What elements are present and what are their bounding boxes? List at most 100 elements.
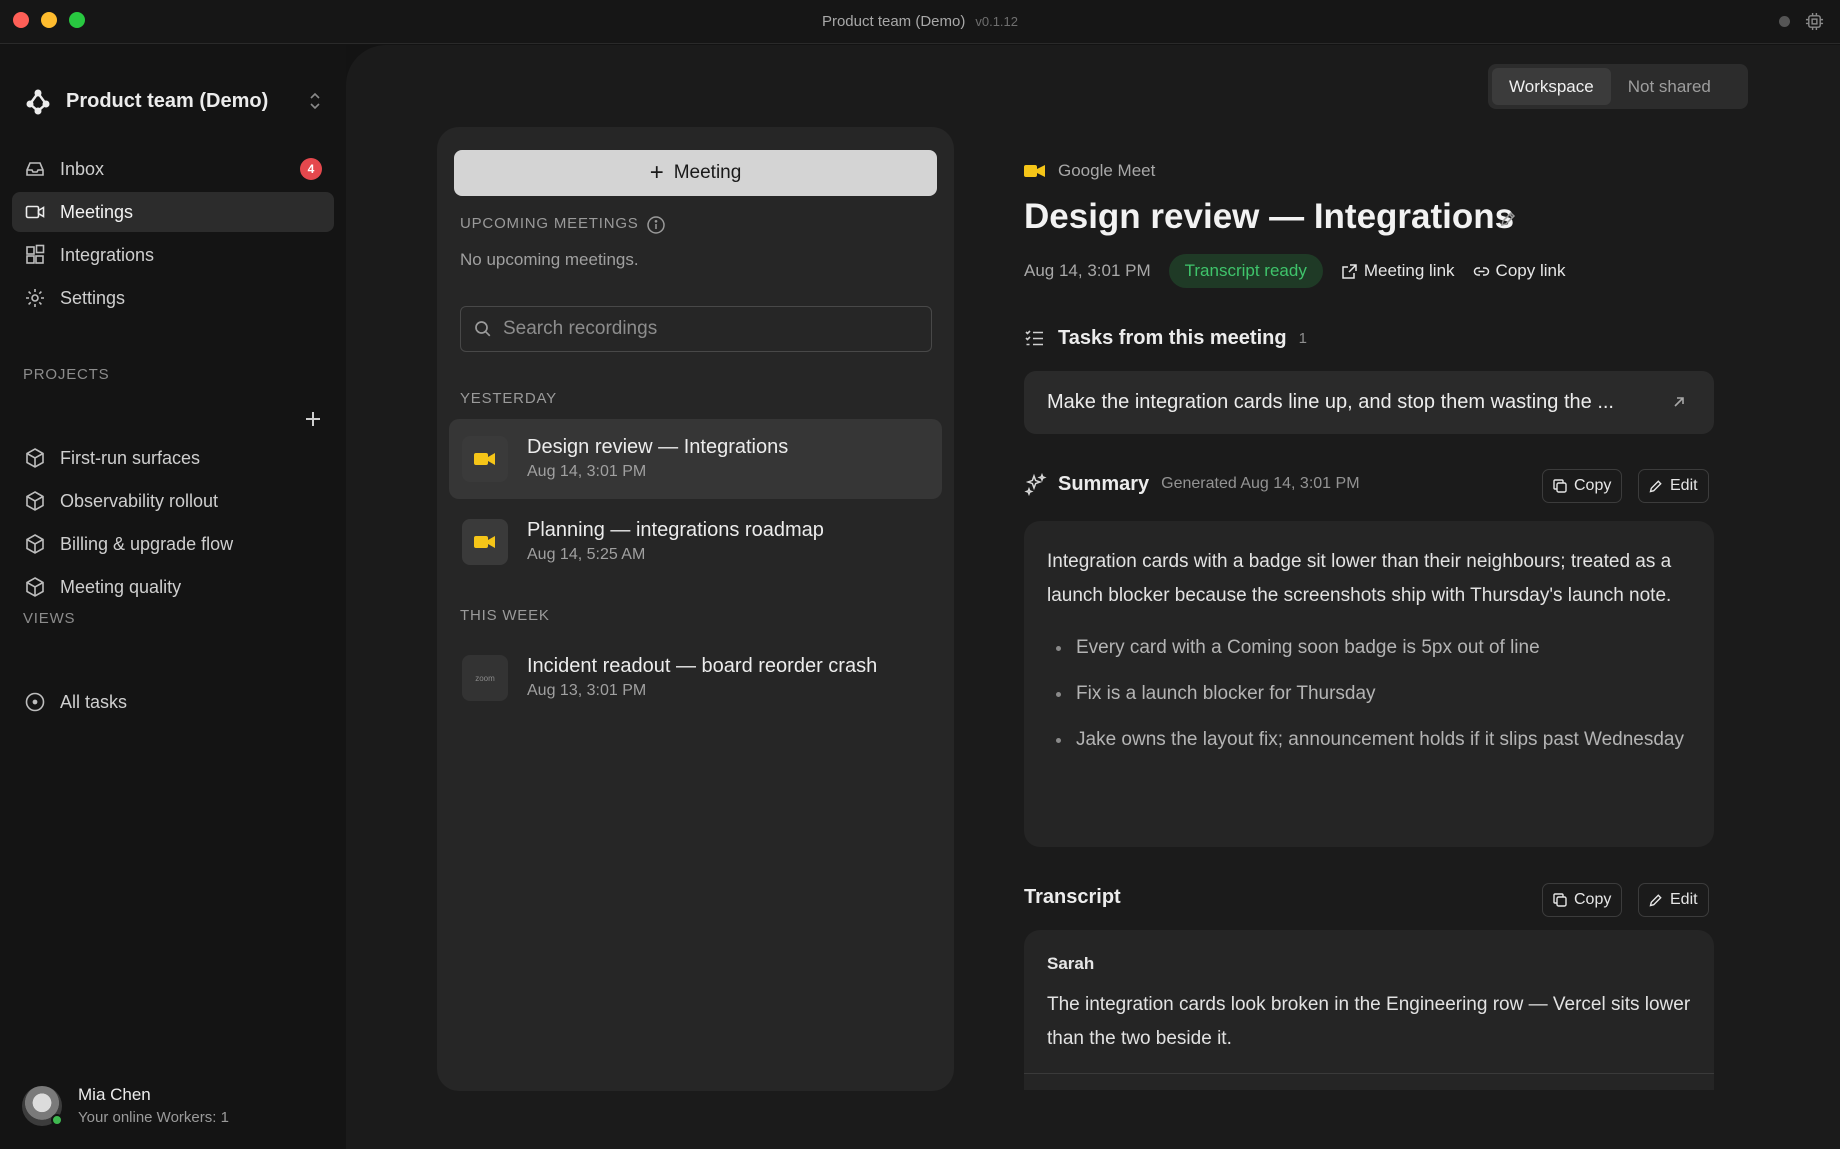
team-switcher[interactable]: Product team (Demo) [24, 81, 324, 121]
transcript-card: Sarah The integration cards look broken … [1024, 930, 1714, 1090]
cube-icon [26, 534, 44, 554]
meeting-date: Aug 14, 3:01 PM [1024, 261, 1151, 280]
window-title-text: Product team (Demo) [821, 13, 966, 30]
recording-item[interactable]: Design review — Integrations Aug 14, 3:0… [449, 419, 942, 499]
views-list: All tasks [12, 682, 334, 725]
summary-bullet: Jake owns the layout fix; announcement h… [1047, 723, 1690, 757]
recording-title: Design review — Integrations [527, 436, 789, 458]
project-item[interactable]: Meeting quality [12, 567, 334, 607]
add-project-button[interactable] [300, 406, 326, 432]
sidebar-item-integrations[interactable]: Integrations [12, 235, 334, 275]
arrow-up-right-icon [1674, 397, 1684, 407]
checklist-icon [1025, 330, 1043, 346]
sidebar-item-settings[interactable]: Settings [12, 278, 334, 318]
scope-not-shared-button[interactable]: Not shared [1611, 68, 1728, 105]
inbox-count-badge: 4 [300, 158, 322, 180]
project-label: Observability rollout [60, 490, 219, 511]
new-meeting-button[interactable]: + Meeting [454, 150, 937, 196]
summary-bullet: Every card with a Coming soon badge is 5… [1047, 631, 1690, 665]
google-meet-icon [462, 436, 508, 482]
view-label: All tasks [60, 691, 128, 712]
recording-title: Planning — integrations roadmap [527, 519, 824, 541]
project-item[interactable]: Billing & upgrade flow [12, 524, 334, 564]
task-card[interactable]: Make the integration cards line up, and … [1024, 371, 1714, 434]
task-text: Make the integration cards line up, and … [1047, 391, 1614, 413]
meeting-source: Google Meet [1024, 161, 1155, 181]
cube-icon [26, 448, 44, 468]
search-icon [475, 321, 491, 337]
sidebar-item-label: Integrations [60, 244, 155, 265]
meeting-meta: Aug 14, 3:01 PM Transcript ready Meeting… [1024, 254, 1583, 288]
scope-workspace-button[interactable]: Workspace [1492, 68, 1611, 105]
recording-date: Aug 14, 5:25 AM [527, 546, 646, 563]
projects-header: PROJECTS [23, 366, 110, 383]
summary-bullet: Fix is a launch blocker for Thursday [1047, 677, 1690, 711]
inbox-icon [26, 162, 44, 176]
team-name: Product team (Demo) [66, 89, 269, 112]
tasks-count: 1 [1298, 330, 1307, 347]
google-meet-icon [1024, 165, 1045, 177]
recording-item[interactable]: Planning — integrations roadmap Aug 14, … [449, 502, 942, 582]
tasks-header: Tasks from this meeting 1 [1024, 327, 1307, 350]
recording-title: Incident readout — board reorder crash [527, 655, 878, 677]
copy-link-label: Copy link [1495, 261, 1566, 280]
edit-summary-button[interactable]: Edit [1638, 469, 1709, 503]
transcript-title: Transcript [1024, 886, 1121, 908]
project-item[interactable]: Observability rollout [12, 481, 334, 521]
meetings-panel: + Meeting UPCOMING MEETINGS No upcoming … [437, 127, 954, 1091]
search-input[interactable] [503, 318, 923, 340]
meeting-link-button[interactable]: Meeting link [1341, 261, 1455, 281]
user-profile[interactable]: Mia Chen Your online Workers: 1 [22, 1081, 342, 1131]
google-meet-icon [462, 519, 508, 565]
cube-icon [26, 577, 44, 597]
search-recordings[interactable] [460, 306, 932, 352]
window-title: Product team (Demo) v0.1.12 [0, 13, 1840, 30]
views-header: VIEWS [23, 610, 76, 627]
edit-transcript-button[interactable]: Edit [1638, 883, 1709, 917]
copy-transcript-button[interactable]: Copy [1542, 883, 1623, 917]
project-item[interactable]: First-run surfaces [12, 438, 334, 478]
summary-generated: Generated Aug 14, 3:01 PM [1161, 475, 1360, 492]
zoom-icon: zoom [462, 655, 508, 701]
chevron-up-down-icon[interactable] [306, 90, 324, 112]
sidebar-item-meetings[interactable]: Meetings [12, 192, 334, 232]
sparkles-icon [1024, 472, 1047, 496]
user-name: Mia Chen [78, 1085, 151, 1104]
copy-link-button[interactable]: Copy link [1473, 261, 1566, 281]
info-icon[interactable] [646, 215, 666, 235]
external-link-icon [1342, 263, 1357, 279]
view-item-all-tasks[interactable]: All tasks [12, 682, 334, 722]
sidebar-item-inbox[interactable]: Inbox 4 [12, 149, 334, 189]
sidebar-item-label: Settings [60, 287, 126, 308]
app-version: v0.1.12 [975, 14, 1019, 29]
project-label: Meeting quality [60, 576, 182, 597]
summary-header: Summary Generated Aug 14, 3:01 PM [1024, 472, 1360, 496]
pencil-icon [1649, 480, 1662, 493]
circle-dot-icon [25, 692, 45, 712]
sidebar-item-label: Meetings [60, 201, 134, 222]
integrations-icon [26, 244, 45, 264]
upcoming-empty-note: No upcoming meetings. [460, 250, 639, 269]
meeting-link-label: Meeting link [1363, 261, 1455, 280]
transcript-divider [1024, 1073, 1714, 1074]
meeting-title: Design review — Integrations [1024, 197, 1515, 236]
cube-icon [26, 491, 44, 511]
pencil-icon [1649, 894, 1662, 907]
team-logo-icon [26, 89, 50, 115]
zoom-label: zoom [475, 673, 495, 683]
recording-item[interactable]: zoom Incident readout — board reorder cr… [449, 638, 942, 718]
copy-icon [1553, 479, 1567, 493]
sidebar: Product team (Demo) Inbox 4 Meetings Int… [0, 45, 346, 1149]
chip-icon[interactable] [1805, 12, 1824, 31]
summary-bullets: Every card with a Coming soon badge is 5… [1047, 631, 1690, 757]
online-status-dot [51, 1114, 63, 1126]
copy-icon [1553, 893, 1567, 907]
summary-card: Integration cards with a badge sit lower… [1024, 521, 1714, 847]
edit-label: Edit [1670, 891, 1698, 908]
project-label: Billing & upgrade flow [60, 533, 234, 554]
copy-summary-button[interactable]: Copy [1542, 469, 1623, 503]
edit-title-pencil-icon[interactable] [1498, 209, 1518, 229]
recording-date: Aug 14, 3:01 PM [527, 463, 647, 480]
edit-label: Edit [1670, 477, 1698, 494]
window-titlebar: Product team (Demo) v0.1.12 [0, 0, 1840, 44]
